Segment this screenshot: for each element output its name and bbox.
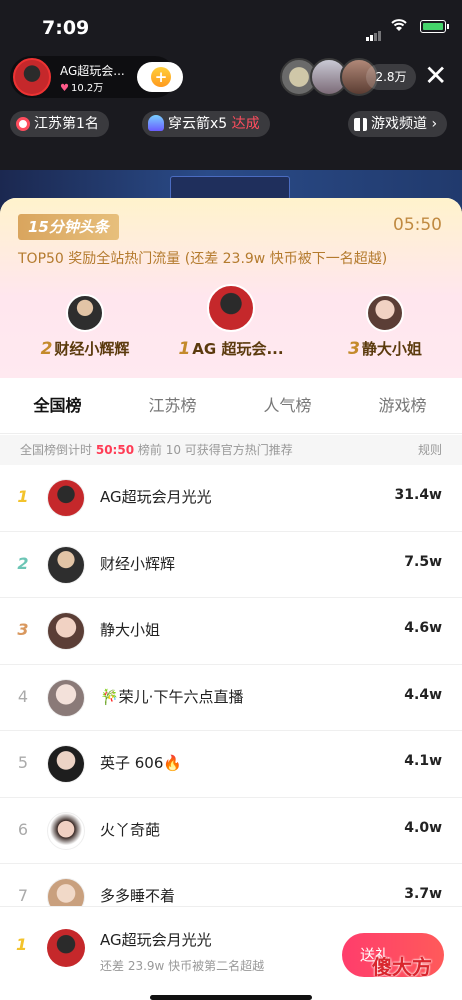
list-item[interactable]: 2 财经小辉辉 7.5w — [0, 532, 462, 598]
heart-icon: ♥ — [60, 83, 69, 94]
host-avatar[interactable] — [13, 58, 51, 96]
rocket-tag[interactable]: 穿云箭x5 达成 — [142, 111, 270, 137]
viewer-count[interactable]: 2.8万 — [366, 64, 416, 90]
wifi-icon — [391, 19, 407, 31]
clock-icon — [16, 117, 30, 131]
avatar — [47, 811, 85, 850]
my-rank-bar: 1 AG超玩会月光光 还差 23.9w 快币被第二名超越 送礼 傻大方 — [0, 906, 462, 1000]
rocket-icon — [148, 115, 164, 131]
avatar — [47, 479, 85, 517]
close-icon[interactable]: ✕ — [424, 58, 447, 94]
avatar — [47, 612, 85, 650]
headline-countdown: 05:50 — [393, 215, 442, 235]
grid-icon — [354, 118, 367, 131]
leaderboard-sheet: 15分钟头条 05:50 TOP50 奖励全站热门流量 (还差 23.9w 快币… — [0, 198, 462, 1000]
avatar — [47, 745, 85, 783]
watermark-logo: 傻大方 — [372, 955, 432, 979]
avatar — [66, 294, 104, 332]
tab-jiangsu[interactable]: 江苏榜 — [115, 378, 230, 434]
leaderboard-tabs: 全国榜 江苏榜 人气榜 游戏榜 — [0, 378, 462, 434]
status-time: 7:09 — [42, 17, 90, 39]
ranking-list: 1 AG超玩会月光光 31.4w 2 财经小辉辉 7.5w 3 静大小姐 4.6… — [0, 465, 462, 931]
plus-icon: + — [151, 67, 171, 87]
avatar — [207, 284, 255, 332]
game-channel-tag[interactable]: 游戏频道 › — [348, 111, 448, 137]
cellular-signal-icon — [366, 22, 382, 41]
host-info[interactable]: AG超玩会... ♥ 10.2万 + — [10, 56, 183, 98]
status-bar: 7:09 — [0, 0, 462, 52]
list-item[interactable]: 5 英子 606🔥 4.1w — [0, 731, 462, 798]
podium-second[interactable]: 2 财经小辉辉 — [30, 294, 140, 359]
leaderboard-notice: 全国榜倒计时 50:50 榜前 10 可获得官方热门推荐 规则 — [0, 435, 462, 465]
avatar — [366, 294, 404, 332]
battery-icon — [420, 20, 449, 33]
podium-third[interactable]: 3 静大小姐 — [330, 294, 440, 359]
host-name: AG超玩会... — [60, 64, 125, 78]
podium-first[interactable]: 1 AG 超玩会... — [176, 284, 286, 359]
danmaku-bubble — [170, 176, 290, 200]
tab-popularity[interactable]: 人气榜 — [230, 378, 345, 434]
my-rank-subtitle: 还差 23.9w 快币被第二名超越 — [100, 959, 265, 973]
list-item[interactable]: 1 AG超玩会月光光 31.4w — [0, 465, 462, 532]
list-item[interactable]: 3 静大小姐 4.6w — [0, 598, 462, 665]
my-rank-name: AG超玩会月光光 — [100, 931, 212, 949]
list-item[interactable]: 6 火丫奇葩 4.0w — [0, 798, 462, 864]
avatar — [47, 545, 85, 584]
my-rank-number: 1 — [16, 935, 28, 954]
headline-banner: 15分钟头条 05:50 TOP50 奖励全站热门流量 (还差 23.9w 快币… — [0, 198, 462, 378]
host-likes: ♥ 10.2万 — [60, 83, 104, 94]
tab-national[interactable]: 全国榜 — [0, 378, 115, 434]
follow-button[interactable]: + — [137, 62, 183, 92]
headline-badge: 15分钟头条 — [18, 214, 119, 240]
list-item[interactable]: 4 🎋荣儿·下午六点直播 4.4w — [0, 665, 462, 731]
home-indicator[interactable] — [150, 995, 312, 1000]
reward-text: TOP50 奖励全站热门流量 (还差 23.9w 快币被下一名超越) — [18, 251, 388, 267]
tab-game[interactable]: 游戏榜 — [345, 378, 460, 434]
avatar — [47, 929, 85, 967]
avatar — [47, 678, 85, 717]
province-rank-tag[interactable]: 江苏第1名 — [10, 111, 109, 137]
rules-link[interactable]: 规则 — [418, 435, 442, 465]
